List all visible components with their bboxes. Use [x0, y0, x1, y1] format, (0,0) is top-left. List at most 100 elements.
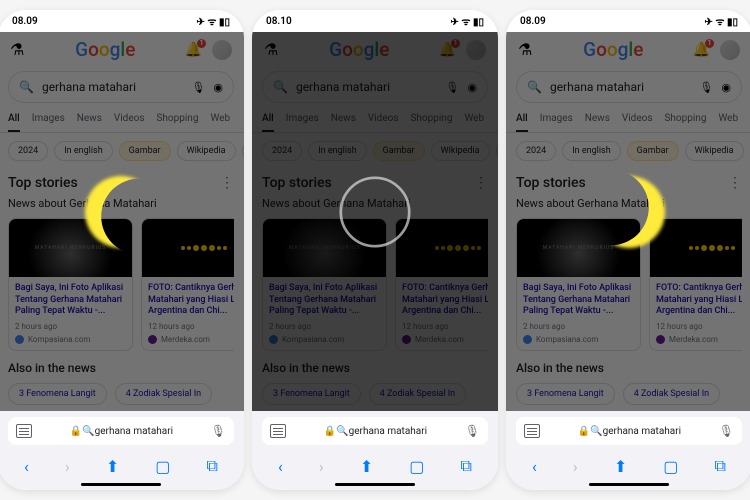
labs-icon[interactable]: ⚗: [10, 40, 26, 59]
chip[interactable]: Gambar: [119, 141, 171, 161]
back-button[interactable]: ‹: [278, 457, 283, 476]
news-card[interactable]: FOTO: Cantiknya Gerhana Matahari yang Hi…: [649, 218, 742, 351]
chip[interactable]: In english: [562, 141, 620, 161]
url-bar[interactable]: 🔒🔍gerhana matahari🎙: [8, 417, 234, 445]
url-bar[interactable]: 🔒🔍gerhana matahari🎙: [516, 417, 742, 445]
bell-icon[interactable]: 🔔1: [439, 42, 456, 58]
mic-icon[interactable]: 🎙: [211, 424, 226, 438]
bookmarks-button[interactable]: ▢: [155, 457, 170, 476]
avatar[interactable]: [466, 40, 486, 60]
also-chip[interactable]: 4 Zodiak Spesial In: [115, 383, 212, 405]
tab-images[interactable]: Images: [32, 113, 65, 132]
lens-icon[interactable]: ◉: [467, 81, 477, 94]
tab-all[interactable]: All: [262, 113, 274, 132]
home-indicator[interactable]: [335, 483, 415, 486]
also-heading: Also in the news: [252, 357, 498, 379]
tab-images[interactable]: Images: [540, 113, 573, 132]
news-card[interactable]: MATAHARI MERKURIUSBagi Saya, Ini Foto Ap…: [262, 218, 387, 351]
card-title: FOTO: Cantiknya Gerhana Matahari yang Hi…: [402, 283, 488, 318]
mic-icon[interactable]: 🎙: [191, 81, 205, 94]
back-button[interactable]: ‹: [532, 457, 537, 476]
tab-shopping[interactable]: Shopping: [156, 113, 198, 132]
also-chip[interactable]: 3 Fenomena Langit: [516, 383, 615, 405]
chip[interactable]: 2024: [516, 141, 556, 161]
bell-icon[interactable]: 🔔1: [185, 42, 202, 58]
google-logo[interactable]: Google: [329, 38, 389, 61]
tabs-button[interactable]: ⧉: [207, 456, 218, 476]
labs-icon[interactable]: ⚗: [264, 40, 280, 59]
tab-news[interactable]: News: [331, 113, 356, 132]
home-indicator[interactable]: [589, 483, 669, 486]
forward-button[interactable]: ›: [573, 457, 578, 476]
chip[interactable]: Wikipedia: [685, 141, 744, 161]
lens-icon[interactable]: ◉: [721, 81, 731, 94]
card-source: Kompasiana.com: [536, 335, 598, 344]
tabs-button[interactable]: ⧉: [715, 456, 726, 476]
chip[interactable]: Gambar: [373, 141, 425, 161]
mic-icon[interactable]: 🎙: [465, 424, 480, 438]
labs-icon[interactable]: ⚗: [518, 40, 534, 59]
status-bar: 08.09✈︎ ᯤ ▮▯: [0, 10, 244, 32]
chip[interactable]: Pdf: [242, 141, 244, 161]
chip[interactable]: In english: [54, 141, 112, 161]
tab-videos[interactable]: Videos: [368, 113, 399, 132]
news-card[interactable]: MATAHARI MERKURIUSBagi Saya, Ini Foto Ap…: [8, 218, 133, 351]
share-button[interactable]: ⬆: [360, 457, 373, 476]
tab-shopping[interactable]: Shopping: [410, 113, 452, 132]
share-button[interactable]: ⬆: [614, 457, 627, 476]
url-bar[interactable]: 🔒🔍gerhana matahari🎙: [262, 417, 488, 445]
tab-shopping[interactable]: Shopping: [664, 113, 706, 132]
tab-all[interactable]: All: [8, 113, 20, 132]
news-about: News about Gerhana Matahari: [516, 197, 742, 210]
search-bar[interactable]: 🔍gerhana matahari🎙◉: [8, 71, 234, 103]
tab-news[interactable]: News: [77, 113, 102, 132]
news-card[interactable]: FOTO: Cantiknya Gerhana Matahari yang Hi…: [395, 218, 488, 351]
chip[interactable]: Pdf: [496, 141, 498, 161]
mic-icon[interactable]: 🎙: [699, 81, 713, 94]
lens-icon[interactable]: ◉: [213, 81, 223, 94]
chip[interactable]: Gambar: [627, 141, 679, 161]
google-logo[interactable]: Google: [75, 38, 135, 61]
bookmarks-button[interactable]: ▢: [409, 457, 424, 476]
search-bar[interactable]: 🔍gerhana matahari🎙◉: [516, 71, 742, 103]
tab-videos[interactable]: Videos: [622, 113, 653, 132]
bookmarks-button[interactable]: ▢: [663, 457, 678, 476]
share-button[interactable]: ⬆: [106, 457, 119, 476]
forward-button[interactable]: ›: [319, 457, 324, 476]
reader-icon[interactable]: [270, 424, 286, 438]
tab-all[interactable]: All: [516, 113, 528, 132]
also-chip[interactable]: 3 Fenomena Langit: [262, 383, 361, 405]
tab-web[interactable]: Web: [210, 113, 230, 132]
tab-images[interactable]: Images: [286, 113, 319, 132]
tab-news[interactable]: News: [585, 113, 610, 132]
bell-icon[interactable]: 🔔1: [693, 42, 710, 58]
more-icon[interactable]: ⋮: [474, 175, 488, 191]
news-card[interactable]: FOTO: Cantiknya Gerhana Matahari yang Hi…: [141, 218, 234, 351]
avatar[interactable]: [212, 40, 232, 60]
chip[interactable]: Wikipedia: [431, 141, 490, 161]
back-button[interactable]: ‹: [24, 457, 29, 476]
also-chip[interactable]: 4 Zodiak Spesial In: [623, 383, 720, 405]
reader-icon[interactable]: [16, 424, 32, 438]
also-chip[interactable]: 3 Fenomena Langit: [8, 383, 107, 405]
tab-web[interactable]: Web: [464, 113, 484, 132]
avatar[interactable]: [720, 40, 740, 60]
chip[interactable]: Wikipedia: [177, 141, 236, 161]
forward-button[interactable]: ›: [65, 457, 70, 476]
mic-icon[interactable]: 🎙: [719, 424, 734, 438]
mic-icon[interactable]: 🎙: [445, 81, 459, 94]
chip[interactable]: 2024: [262, 141, 302, 161]
news-card[interactable]: MATAHARI MERKURIUSBagi Saya, Ini Foto Ap…: [516, 218, 641, 351]
home-indicator[interactable]: [81, 483, 161, 486]
tab-videos[interactable]: Videos: [114, 113, 145, 132]
chip[interactable]: 2024: [8, 141, 48, 161]
tab-web[interactable]: Web: [718, 113, 738, 132]
tabs-button[interactable]: ⧉: [461, 456, 472, 476]
also-chip[interactable]: 4 Zodiak Spesial In: [369, 383, 466, 405]
more-icon[interactable]: ⋮: [728, 175, 742, 191]
google-logo[interactable]: Google: [583, 38, 643, 61]
search-bar[interactable]: 🔍gerhana matahari🎙◉: [262, 71, 488, 103]
more-icon[interactable]: ⋮: [220, 175, 234, 191]
reader-icon[interactable]: [524, 424, 540, 438]
chip[interactable]: In english: [308, 141, 366, 161]
